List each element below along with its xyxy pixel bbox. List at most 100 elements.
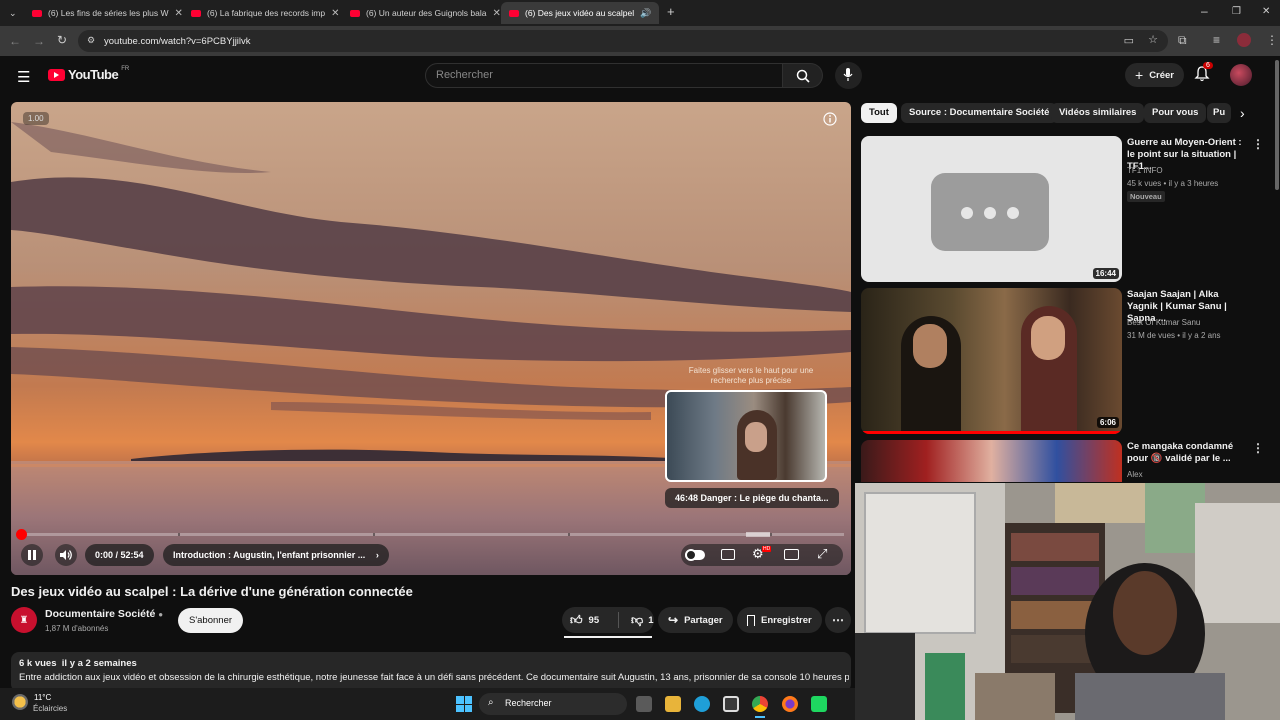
profile-avatar[interactable] [1237,33,1251,47]
seek-preview-thumbnail [665,390,827,482]
close-window-icon[interactable]: ✕ [1262,6,1270,18]
autoplay-toggle[interactable] [685,549,705,561]
chip-all[interactable]: Tout [861,103,897,123]
chrome-icon[interactable] [752,696,768,712]
minimize-window-icon[interactable]: – [1201,5,1208,17]
channel-name[interactable]: Documentaire Société ● [45,608,163,620]
page-scrollbar[interactable] [1274,56,1280,483]
chapter-button[interactable]: Introduction : Augustin, l'enfant prison… [163,544,389,566]
search-icon: ⌕ [488,697,494,708]
streamer-webcam [855,483,1280,720]
hd-badge: HD [762,546,772,552]
like-underline [564,636,652,638]
account-avatar[interactable] [1230,64,1252,86]
file-explorer-icon[interactable] [665,696,681,712]
share-button[interactable]: ↪ Partager [658,607,733,633]
cast-icon[interactable]: ▭ [1124,34,1134,47]
close-tab-icon[interactable]: ✕ [331,8,339,19]
dislike-button[interactable]: 👎︎ 1 [625,613,653,628]
recommendation-thumbnail[interactable]: 16:44 [861,136,1122,282]
taskbar-search[interactable]: ⌕ Rechercher [479,693,627,715]
firefox-icon[interactable] [782,696,798,712]
logo-text: YouTube [68,67,119,82]
recommendation-channel[interactable]: Alex [1127,469,1257,480]
volume-button[interactable] [55,544,77,566]
more-vertical-icon[interactable]: ⋮ [1252,441,1264,455]
reload-icon[interactable]: ↻ [57,34,67,46]
save-button[interactable]: Enregistrer [737,607,822,633]
recommendation-channel[interactable]: Best Of Kumar Sanu [1127,317,1257,328]
channel-name-text: Documentaire Société [45,608,156,620]
subtitles-icon[interactable] [721,549,735,560]
chrome-menu-icon[interactable]: ⋮ [1266,34,1278,46]
browser-tab-2[interactable]: (6) La fabrique des records imp ✕ [183,2,341,24]
loading-placeholder-icon [931,173,1049,251]
extensions-icon[interactable]: ⧉ [1178,34,1187,46]
search-input[interactable]: Rechercher [425,63,783,88]
create-button[interactable]: + Créer [1125,63,1185,87]
chips-next-icon[interactable]: › [1240,105,1245,121]
recommendation-thumbnail[interactable]: 6:06 [861,288,1122,434]
tab-search-icon[interactable]: ≡ [1213,34,1220,46]
browser-tab-4-active[interactable]: (6) Des jeux vidéo au scalpel 🔊 ✕ [501,2,659,24]
progress-scrubber[interactable] [16,529,27,540]
bookmark-icon [747,614,755,626]
channel-avatar[interactable]: ♜ [11,607,37,633]
more-vertical-icon[interactable]: ⋮ [1252,137,1264,151]
site-info-icon[interactable]: ⚙ [87,35,95,46]
thumbs-down-icon: 👎︎ [631,612,644,627]
back-icon[interactable]: ← [9,35,21,47]
browser-tab-3[interactable]: (6) Un auteur des Guignols bala ✕ [342,2,500,24]
progress-bar[interactable] [16,529,844,540]
spotify-icon[interactable] [811,696,827,712]
theater-mode-icon[interactable] [784,549,799,560]
info-icon[interactable] [823,112,837,126]
pause-button[interactable] [21,544,43,566]
browser-address-bar: ← → ↻ ⚙ youtube.com/watch?v=6PCBYjjilvk … [0,26,1280,56]
store-icon[interactable] [723,696,739,712]
edge-icon[interactable] [694,696,710,712]
recommendation-thumbnail[interactable] [861,440,1122,482]
search-button[interactable] [783,63,823,88]
forward-icon[interactable]: → [33,35,45,47]
new-badge: Nouveau [1127,191,1165,202]
recommendation-channel[interactable]: TF1 INFO [1127,165,1257,176]
hamburger-menu-icon[interactable]: ☰ [17,68,30,86]
share-label: Partager [684,614,723,626]
taskbar-search-label: Rechercher [505,698,552,708]
description-box[interactable]: 6 k vues il y a 2 semaines Entre addicti… [11,652,851,692]
hover-segment [746,532,770,537]
notifications-button[interactable]: 6 [1194,62,1213,87]
bookmark-star-icon[interactable]: ☆ [1148,33,1158,46]
subscribe-button[interactable]: S'abonner [178,608,244,633]
scrollbar-thumb[interactable] [1275,60,1279,190]
fullscreen-icon[interactable]: ⤢ [817,546,827,562]
recommendation-title[interactable]: Ce mangaka condamné pour 🔞 validé par le… [1127,441,1245,465]
video-player[interactable]: 1.00 Faites glisser vers le haut pour un… [11,102,851,575]
youtube-play-logo-icon [48,68,65,81]
active-app-indicator [755,716,765,718]
chip-for-you[interactable]: Pour vous [1144,103,1207,123]
restore-window-icon[interactable]: ❐ [1232,6,1241,18]
browser-tab-1[interactable]: (6) Les fins de séries les plus W ✕ [24,2,182,24]
close-tab-icon[interactable]: ✕ [174,8,182,19]
close-tab-icon[interactable]: ✕ [493,8,501,19]
audio-playing-icon[interactable]: 🔊 [640,8,651,19]
chip-similar[interactable]: Vidéos similaires [1051,103,1145,123]
tab-list-icon[interactable]: ⌄ [9,7,17,19]
chapter-title: Introduction : Augustin, l'enfant prison… [173,550,366,560]
seek-hint-text: Faites glisser vers le haut pour une rec… [688,366,814,385]
youtube-logo[interactable]: YouTube FR [48,66,129,82]
seek-preview-label: 46:48 Danger : Le piège du chanta... [665,488,839,508]
voice-search-button[interactable] [835,62,862,89]
new-tab-icon[interactable]: + [667,5,675,18]
chip-source[interactable]: Source : Documentaire Société [901,103,1058,123]
more-actions-button[interactable]: ⋯ [825,607,851,633]
task-view-icon[interactable] [636,696,652,712]
chip-more[interactable]: Pu [1207,103,1231,123]
like-button[interactable]: 👍︎ 95 [562,613,612,628]
start-button[interactable] [456,696,472,712]
url-field[interactable]: ⚙ youtube.com/watch?v=6PCBYjjilvk ▭ ☆ [78,30,1168,52]
windows-taskbar: 11°C Éclaircies ⌕ Rechercher [0,688,855,720]
subscriber-count: 1,87 M d'abonnés [45,624,109,633]
